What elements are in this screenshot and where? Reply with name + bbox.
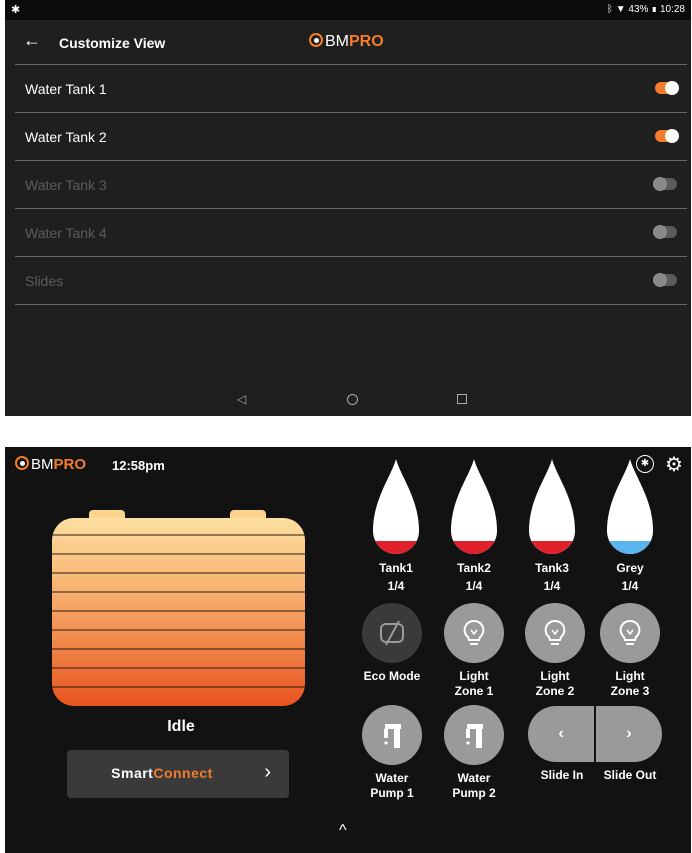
eco-mode-circle[interactable]	[362, 603, 422, 663]
row-label: Water Tank 3	[25, 177, 107, 193]
water-drop-icon	[607, 459, 653, 554]
lightbulb-icon	[544, 619, 566, 645]
water-pump-1-circle[interactable]	[362, 705, 422, 765]
status-time: 10:28	[659, 4, 685, 15]
status-right: ᛒ ▼ 43% ▮ 10:28	[607, 4, 685, 15]
battery-icon: ▮	[651, 4, 658, 15]
light-zone-3-circle[interactable]	[600, 603, 660, 663]
tank-name: Grey	[616, 561, 644, 575]
toggle-water-tank-1[interactable]	[655, 81, 679, 95]
water-pump-2-label: Water Pump 2	[452, 771, 496, 800]
light-zone-2-label: Light Zone 2	[535, 669, 575, 698]
lightbulb-icon	[619, 619, 641, 645]
battery-status: Idle	[167, 718, 195, 735]
tank-level: 1/4	[387, 579, 405, 593]
row-water-tank-3: Water Tank 3	[15, 160, 687, 208]
dashboard-screen: BMPRO 12:58pm ✱ ⚙ Idle SmartConnect › Ta…	[5, 447, 691, 853]
light-zone-1-circle[interactable]	[444, 603, 504, 663]
row-label: Water Tank 4	[25, 225, 107, 241]
water-drop-icon	[373, 459, 419, 554]
tank-level: 1/4	[543, 579, 561, 593]
row-water-tank-2: Water Tank 2	[15, 112, 687, 160]
nav-back-icon[interactable]: ◁	[237, 392, 246, 406]
battery-percent: 43%	[628, 4, 649, 15]
tank-3-gauge[interactable]: Tank3 1/4	[522, 459, 582, 593]
water-drop-icon	[529, 459, 575, 554]
android-nav-bar: ◁	[5, 384, 691, 416]
nav-recents-icon[interactable]	[457, 394, 467, 404]
toggle-water-tank-4[interactable]	[653, 225, 677, 239]
chevron-right-icon: ›	[264, 761, 271, 783]
toggle-slides[interactable]	[653, 273, 677, 287]
settings-status-icon: ✱	[11, 4, 21, 16]
gear-icon[interactable]: ⚙	[665, 452, 683, 477]
wifi-icon: ▼	[615, 4, 626, 15]
grey-tank-gauge[interactable]: Grey 1/4	[600, 459, 660, 593]
app-bar: ← Customize View BMPRO	[5, 22, 691, 64]
bmpro-logo-mark	[15, 456, 29, 470]
light-zone-3-label: Light Zone 3	[610, 669, 650, 698]
chevron-up-icon[interactable]: ^	[339, 822, 347, 840]
toggle-water-tank-2[interactable]	[655, 129, 679, 143]
tank-level: 1/4	[621, 579, 639, 593]
tank-name: Tank1	[379, 561, 413, 575]
row-label: Water Tank 2	[25, 129, 107, 145]
tank-name: Tank3	[535, 561, 569, 575]
customize-view-screen: ✱ ᛒ ▼ 43% ▮ 10:28 ← Customize View BMPRO…	[5, 0, 691, 416]
tank-name: Tank2	[457, 561, 491, 575]
tank-1-gauge[interactable]: Tank1 1/4	[366, 459, 426, 593]
eco-off-icon	[380, 620, 404, 646]
lightbulb-icon	[463, 619, 485, 645]
bmpro-logo: BMPRO	[15, 456, 86, 473]
row-label: Slides	[25, 273, 64, 289]
row-slides: Slides	[15, 256, 687, 305]
light-zone-2-circle[interactable]	[525, 603, 585, 663]
row-water-tank-1: Water Tank 1	[15, 64, 687, 112]
bmpro-logo-mark	[309, 33, 323, 47]
battery-graphic	[52, 510, 305, 706]
page-title: Customize View	[59, 35, 166, 51]
status-bar: ✱ ᛒ ▼ 43% ▮ 10:28	[5, 0, 691, 20]
slide-in-button[interactable]: ‹	[528, 706, 594, 762]
slide-in-label: Slide In	[540, 768, 584, 782]
eco-mode-label: Eco Mode	[363, 669, 421, 683]
smartconnect-button[interactable]: SmartConnect ›	[67, 750, 289, 798]
water-pump-2-circle[interactable]	[444, 705, 504, 765]
row-label: Water Tank 1	[25, 81, 107, 97]
light-zone-1-label: Light Zone 1	[454, 669, 494, 698]
water-pump-1-label: Water Pump 1	[370, 771, 414, 800]
bmpro-logo: BMPRO	[309, 33, 384, 51]
nav-home-icon[interactable]	[347, 394, 358, 405]
tank-2-gauge[interactable]: Tank2 1/4	[444, 459, 504, 593]
light-zone-1-button[interactable]: Light Zone 1	[434, 603, 514, 699]
clock: 12:58pm	[112, 458, 165, 473]
toggle-water-tank-3[interactable]	[653, 177, 677, 191]
water-pump-1-button[interactable]: Water Pump 1	[352, 705, 432, 801]
eco-mode-button[interactable]: Eco Mode	[352, 603, 432, 684]
light-zone-2-button[interactable]: Light Zone 2	[515, 603, 595, 699]
slide-out-button[interactable]: ›	[596, 706, 662, 762]
water-drop-icon	[451, 459, 497, 554]
row-water-tank-4: Water Tank 4	[15, 208, 687, 256]
slide-out-label: Slide Out	[603, 768, 657, 782]
water-tap-icon	[384, 724, 401, 748]
smartconnect-logo: SmartConnect	[111, 765, 213, 781]
tank-level: 1/4	[465, 579, 483, 593]
light-zone-3-button[interactable]: Light Zone 3	[590, 603, 670, 699]
slide-control: ‹ ›	[528, 706, 662, 762]
settings-list: Water Tank 1 Water Tank 2 Water Tank 3 W…	[15, 64, 687, 305]
water-pump-2-button[interactable]: Water Pump 2	[434, 705, 514, 801]
back-arrow-icon[interactable]: ←	[23, 30, 41, 51]
water-tap-icon	[466, 724, 483, 748]
bluetooth-status-icon: ᛒ	[606, 4, 613, 15]
